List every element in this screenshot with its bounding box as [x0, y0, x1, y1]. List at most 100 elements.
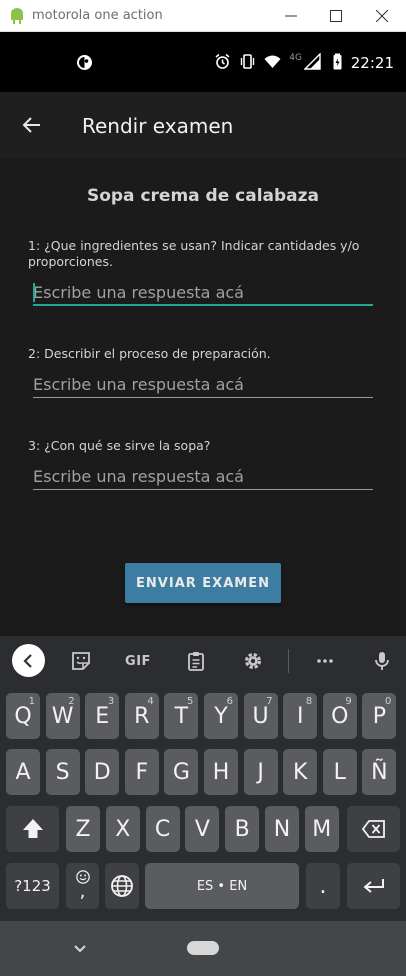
key-hint: 1	[28, 696, 35, 707]
enter-key[interactable]	[347, 863, 400, 909]
minimize-button[interactable]	[268, 0, 314, 31]
period-key[interactable]: .	[306, 863, 340, 909]
key-label: Q	[14, 703, 32, 729]
key-hint: 9	[345, 696, 352, 707]
globe-icon	[111, 875, 133, 897]
key-label: P	[372, 703, 387, 729]
key-label: Ñ	[371, 759, 388, 785]
key-o[interactable]: O9	[322, 693, 357, 739]
key-label: V	[194, 816, 210, 842]
key-label: D	[93, 759, 111, 785]
key-label: R	[134, 703, 150, 729]
app-bar: Rendir examen	[0, 92, 406, 158]
key-hint: 5	[187, 696, 194, 707]
gear-icon	[245, 653, 261, 669]
symbols-key[interactable]: ?123	[6, 863, 59, 909]
back-button[interactable]	[14, 107, 50, 143]
key-s[interactable]: S	[45, 749, 80, 795]
key-label: Y	[214, 703, 228, 729]
key-label: U	[252, 703, 269, 729]
page-title: Rendir examen	[82, 114, 234, 138]
key-w[interactable]: W2	[45, 693, 80, 739]
maximize-button[interactable]	[313, 0, 359, 31]
key-hint: 7	[266, 696, 273, 707]
key-label: H	[212, 759, 230, 785]
answer-1-input[interactable]	[33, 280, 373, 306]
key-j[interactable]: J	[243, 749, 278, 795]
key-e[interactable]: E3	[85, 693, 120, 739]
sticker-icon	[72, 652, 90, 670]
minimize-icon	[285, 15, 297, 16]
key-label: L	[333, 759, 346, 785]
text-cursor	[33, 283, 35, 302]
key-x[interactable]: X	[105, 806, 140, 852]
close-button[interactable]	[359, 0, 405, 31]
sticker-button[interactable]	[65, 645, 97, 677]
key-hint: 2	[68, 696, 75, 707]
signal-icon	[304, 53, 321, 70]
status-bar: 4G 22:21	[0, 32, 406, 92]
key-p[interactable]: P0	[362, 693, 397, 739]
gif-button[interactable]: GIF	[118, 645, 158, 677]
key-label: C	[154, 816, 171, 842]
nav-home-button[interactable]	[187, 941, 219, 955]
keyboard-settings-button[interactable]	[237, 645, 269, 677]
key-t[interactable]: T5	[164, 693, 199, 739]
key-i[interactable]: I8	[283, 693, 318, 739]
submit-exam-button[interactable]: ENVIAR EXAMEN	[125, 563, 281, 603]
emoji-comma-key[interactable]: ,	[66, 863, 99, 909]
clipboard-button[interactable]	[180, 645, 212, 677]
question-3-label: 3: ¿Con qué se sirve la sopa?	[28, 438, 211, 453]
key-hint: 4	[147, 696, 154, 707]
comma-label: ,	[79, 881, 86, 902]
answer-3-input[interactable]	[33, 464, 373, 490]
window-title: motorola one action	[32, 8, 163, 23]
nav-back-button[interactable]	[68, 937, 92, 961]
key-ñ[interactable]: Ñ	[362, 749, 397, 795]
key-u[interactable]: U7	[243, 693, 278, 739]
close-icon	[376, 9, 388, 22]
key-q[interactable]: Q1	[6, 693, 40, 739]
language-key[interactable]	[105, 863, 139, 909]
clipboard-icon	[188, 652, 204, 671]
key-f[interactable]: F	[124, 749, 159, 795]
key-hint: 0	[385, 696, 392, 707]
key-l[interactable]: L	[322, 749, 357, 795]
microphone-icon	[375, 652, 389, 670]
key-k[interactable]: K	[283, 749, 318, 795]
key-d[interactable]: D	[85, 749, 120, 795]
key-hint: 3	[107, 696, 115, 707]
clock: 22:21	[350, 54, 394, 72]
keyboard-collapse-button[interactable]	[12, 644, 45, 677]
more-options-button[interactable]	[309, 645, 341, 677]
keyboard-toolbar: GIF	[0, 636, 406, 686]
key-label: Z	[75, 816, 91, 842]
key-y[interactable]: Y6	[204, 693, 238, 739]
key-g[interactable]: G	[164, 749, 199, 795]
key-label: E	[95, 703, 110, 729]
backspace-key[interactable]	[347, 806, 400, 852]
toolbar-divider	[288, 649, 289, 673]
arrow-back-icon	[22, 117, 40, 133]
key-v[interactable]: V	[185, 806, 220, 852]
emulator-title-bar: motorola one action	[0, 0, 406, 32]
key-m[interactable]: M	[304, 806, 339, 852]
key-label: N	[273, 816, 291, 842]
key-z[interactable]: Z	[66, 806, 100, 852]
key-label: B	[234, 816, 250, 842]
voice-input-button[interactable]	[366, 645, 398, 677]
key-h[interactable]: H	[204, 749, 238, 795]
shift-icon	[22, 819, 43, 838]
key-n[interactable]: N	[265, 806, 299, 852]
key-r[interactable]: R4	[124, 693, 159, 739]
answer-2-input[interactable]	[33, 372, 373, 398]
space-key[interactable]: ES • EN	[145, 863, 299, 909]
shift-key[interactable]	[6, 806, 59, 852]
key-label: A	[15, 759, 31, 785]
key-label: K	[292, 759, 308, 785]
key-c[interactable]: C	[145, 806, 180, 852]
battery-icon	[333, 53, 342, 70]
question-2-label: 2: Describir el proceso de preparación.	[28, 346, 271, 361]
key-a[interactable]: A	[6, 749, 40, 795]
key-b[interactable]: B	[225, 806, 260, 852]
